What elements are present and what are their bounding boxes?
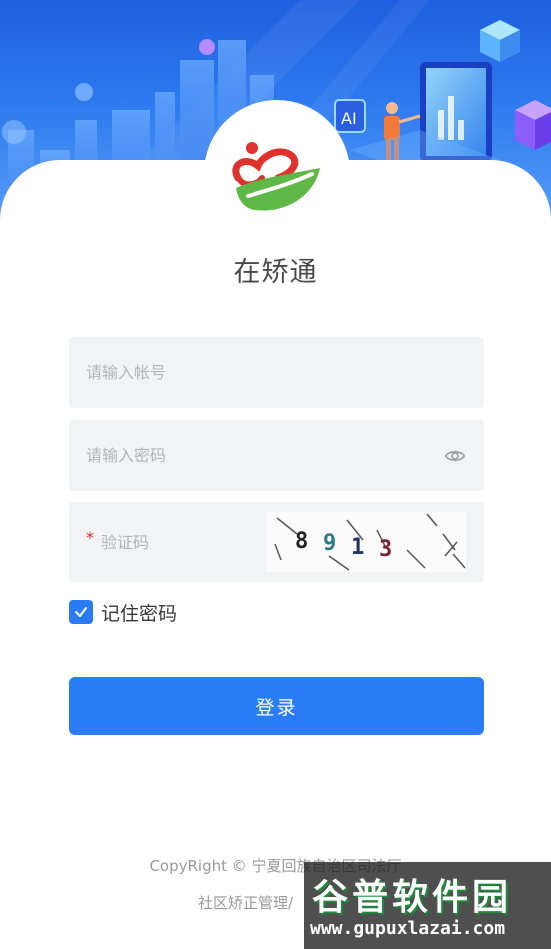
check-icon	[75, 607, 87, 617]
watermark: 谷普软件园 www.gupuxlazai.com	[304, 862, 551, 949]
password-field[interactable]	[69, 420, 484, 491]
app-logo-icon	[232, 142, 320, 211]
remember-checkbox[interactable]	[69, 600, 93, 624]
password-input[interactable]	[86, 420, 426, 491]
eye-icon[interactable]	[444, 445, 466, 467]
captcha-char-1: 8	[295, 529, 308, 554]
captcha-char-4: 3	[379, 537, 392, 562]
captcha-char-3: 1	[351, 535, 364, 560]
captcha-field[interactable]: * 8 9 1 3	[69, 502, 484, 582]
account-field[interactable]	[69, 337, 484, 408]
remember-label: 记住密码	[101, 602, 178, 625]
svg-text:AI: AI	[341, 109, 357, 128]
login-button[interactable]: 登录	[69, 677, 484, 735]
captcha-image[interactable]: 8 9 1 3	[267, 512, 466, 572]
watermark-url: www.gupuxlazai.com	[310, 918, 506, 939]
system-name-text: 社区矫正管理/	[198, 894, 294, 912]
required-mark: *	[86, 528, 94, 547]
app-title: 在矫通	[233, 257, 318, 288]
remember-password-toggle[interactable]: 记住密码	[69, 599, 177, 625]
account-input[interactable]	[86, 337, 426, 408]
watermark-title: 谷普软件园	[312, 877, 513, 918]
captcha-input[interactable]	[101, 502, 261, 582]
captcha-char-2: 9	[323, 531, 336, 556]
